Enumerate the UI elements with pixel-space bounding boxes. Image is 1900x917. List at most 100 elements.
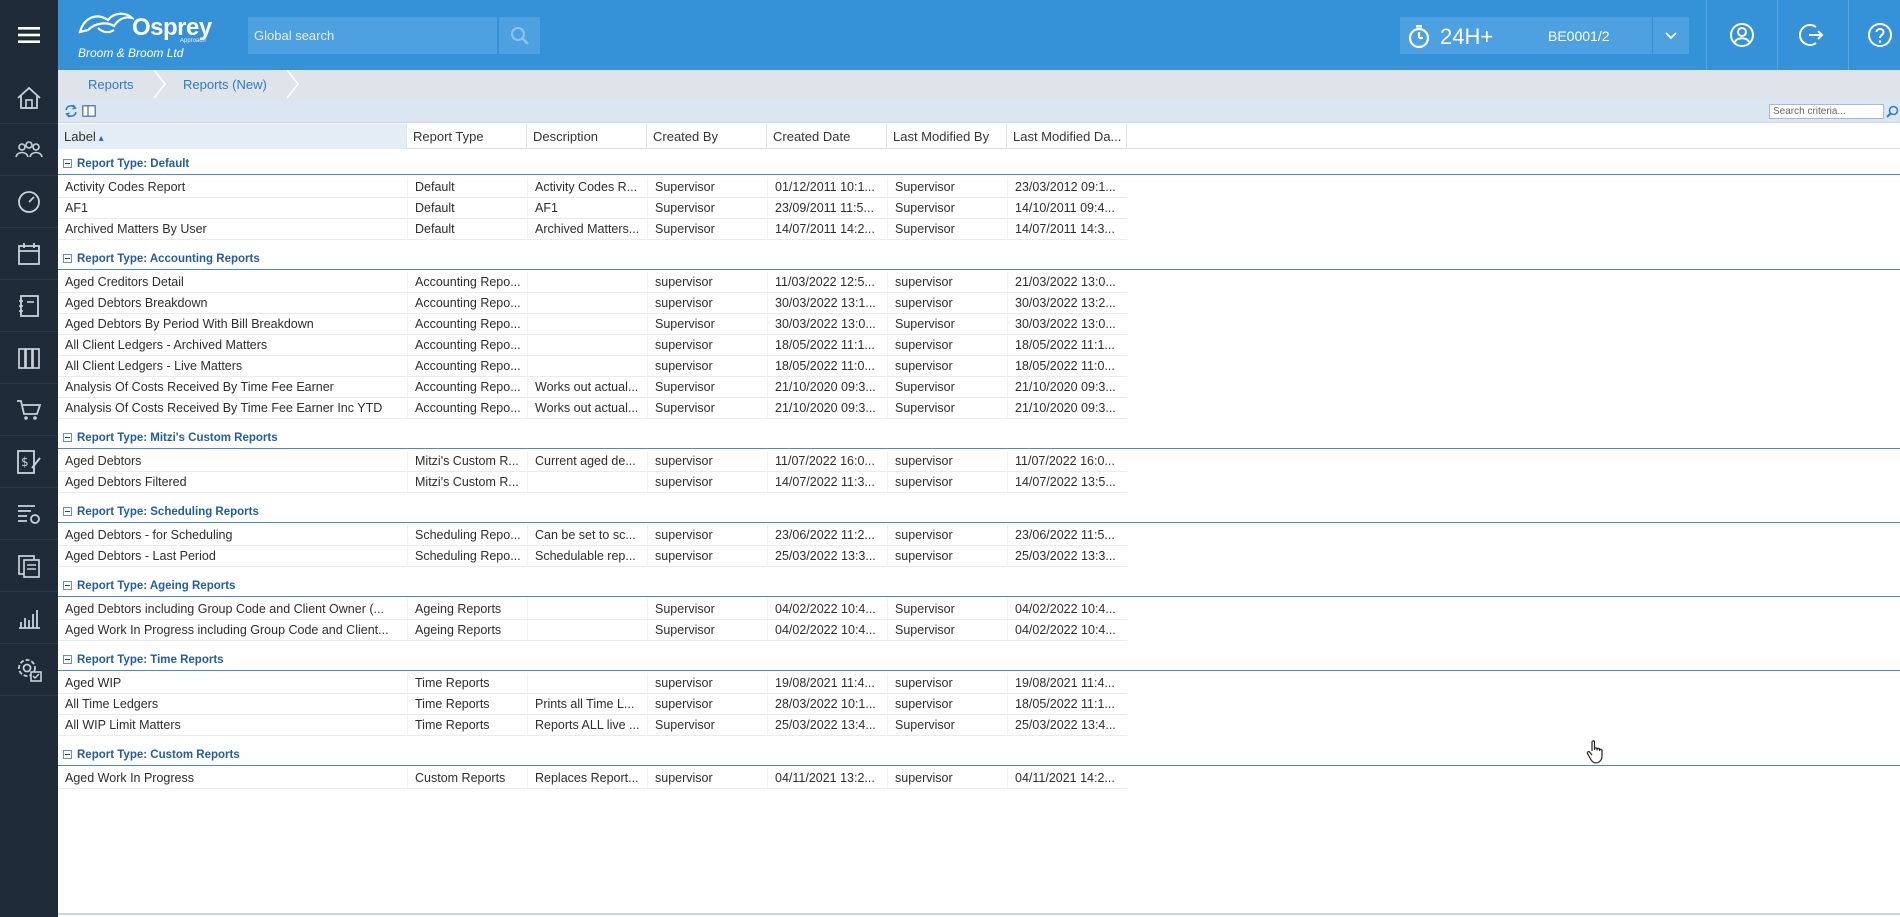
help-button[interactable] xyxy=(1862,17,1898,53)
table-row[interactable]: All Time Ledgers Time Reports Prints all T… xyxy=(58,694,1127,715)
breadcrumb: Reports Reports (New) xyxy=(58,70,1900,98)
cell-report-type: Accounting Repo... xyxy=(407,398,527,419)
sidebar-item-documents[interactable] xyxy=(0,540,58,592)
group-header[interactable]: Report Type: Custom Reports xyxy=(58,744,1900,766)
user-circle-icon xyxy=(1730,23,1754,47)
cell-last-modified-by: Supervisor xyxy=(887,219,1007,240)
user-profile-button[interactable] xyxy=(1724,17,1760,53)
preview-pane-button[interactable] xyxy=(80,102,97,119)
search-criteria-button[interactable] xyxy=(1885,103,1900,120)
cell-created-date: 21/10/2020 09:3... xyxy=(767,377,887,398)
refresh-button[interactable] xyxy=(62,102,79,119)
column-header-last-modified-date[interactable]: Last Modified Da... xyxy=(1007,124,1127,149)
collapse-icon[interactable] xyxy=(63,507,72,516)
sidebar-item-contacts[interactable] xyxy=(0,124,58,176)
collapse-icon[interactable] xyxy=(63,159,72,168)
cell-created-by: supervisor xyxy=(647,768,767,789)
group-header[interactable]: Report Type: Scheduling Reports xyxy=(58,501,1900,523)
table-row[interactable]: Activity Codes Report Default Activity Cod… xyxy=(58,177,1127,198)
column-header-created-by[interactable]: Created By xyxy=(647,124,767,149)
collapse-icon[interactable] xyxy=(63,581,72,590)
column-header-created-date[interactable]: Created Date xyxy=(767,124,887,149)
sidebar-item-reports[interactable] xyxy=(0,592,58,644)
breadcrumb-item-reports[interactable]: Reports xyxy=(88,70,134,98)
global-search-button[interactable] xyxy=(499,17,540,54)
breadcrumb-separator-icon xyxy=(286,70,299,98)
sidebar-item-home[interactable] xyxy=(0,72,58,124)
cell-report-type: Mitzi's Custom R... xyxy=(407,451,527,472)
main-sidebar: $ xyxy=(0,70,58,917)
table-row[interactable]: AF1 Default AF1 Supervisor 23/09/2011 11:5..… xyxy=(58,198,1127,219)
column-header-last-modified-by[interactable]: Last Modified By xyxy=(887,124,1007,149)
osprey-logo[interactable]: Osprey Approach Broom & Broom Ltd xyxy=(74,8,234,62)
cell-created-date: 30/03/2022 13:0... xyxy=(767,314,887,335)
cell-created-by: Supervisor xyxy=(647,177,767,198)
table-row[interactable]: Aged Debtors - Last Period Scheduling Rep… xyxy=(58,546,1127,567)
table-row[interactable]: All WIP Limit Matters Time Reports Reports… xyxy=(58,715,1127,736)
cell-last-modified-date: 21/10/2020 09:3... xyxy=(1007,377,1127,398)
sidebar-item-library[interactable] xyxy=(0,332,58,384)
cell-created-by: Supervisor xyxy=(647,620,767,641)
search-criteria-input[interactable] xyxy=(1769,104,1884,119)
column-header-label[interactable]: Label ▴ xyxy=(58,124,407,149)
billing-icon: $ xyxy=(17,449,41,474)
group-header[interactable]: Report Type: Mitzi's Custom Reports xyxy=(58,427,1900,449)
table-row[interactable]: Aged Debtors Mitzi's Custom R... Current a… xyxy=(58,451,1127,472)
table-row[interactable]: Aged Work In Progress Custom Reports Repla… xyxy=(58,768,1127,789)
sidebar-item-configuration[interactable] xyxy=(0,488,58,540)
cell-report-type: Time Reports xyxy=(407,694,527,715)
group-header[interactable]: Report Type: Accounting Reports xyxy=(58,248,1900,270)
cell-last-modified-by: Supervisor xyxy=(887,398,1007,419)
logout-icon xyxy=(1799,24,1824,46)
global-search-input[interactable] xyxy=(248,17,497,54)
table-row[interactable]: Archived Matters By User Default Archived … xyxy=(58,219,1127,240)
cell-description xyxy=(527,335,647,356)
admin-gear-icon xyxy=(18,658,42,682)
cell-label: Aged WIP xyxy=(65,676,122,690)
column-header-report-type[interactable]: Report Type xyxy=(407,124,527,149)
collapse-icon[interactable] xyxy=(63,433,72,442)
collapse-icon[interactable] xyxy=(63,655,72,664)
sidebar-item-admin[interactable] xyxy=(0,644,58,696)
menu-toggle-button[interactable] xyxy=(0,0,58,70)
cell-created-by: Supervisor xyxy=(647,219,767,240)
sidebar-item-purchases[interactable] xyxy=(0,384,58,436)
cell-created-by: supervisor xyxy=(647,356,767,377)
search-icon xyxy=(510,26,529,45)
collapse-icon[interactable] xyxy=(63,750,72,759)
timer-dropdown-button[interactable] xyxy=(1652,17,1689,54)
table-row[interactable]: Aged Debtors - for Scheduling Scheduling … xyxy=(58,525,1127,546)
group-header[interactable]: Report Type: Time Reports xyxy=(58,649,1900,671)
table-row[interactable]: Aged WIP Time Reports supervisor 19/08/2021… xyxy=(58,673,1127,694)
table-row[interactable]: Aged Creditors Detail Accounting Repo... s… xyxy=(58,272,1127,293)
column-header-description[interactable]: Description xyxy=(527,124,647,149)
table-row[interactable]: Aged Work In Progress including Group Co… xyxy=(58,620,1127,641)
group-header[interactable]: Report Type: Ageing Reports xyxy=(58,575,1900,597)
breadcrumb-item-reports-new[interactable]: Reports (New) xyxy=(183,70,267,98)
table-row[interactable]: Aged Debtors including Group Code and Cl… xyxy=(58,599,1127,620)
collapse-icon[interactable] xyxy=(63,254,72,263)
cell-report-type: Accounting Repo... xyxy=(407,356,527,377)
logout-button[interactable] xyxy=(1794,17,1830,53)
table-row[interactable]: Aged Debtors Breakdown Accounting Repo...… xyxy=(58,293,1127,314)
timer-matter-code: BE0001/2 xyxy=(1548,28,1610,44)
group-title: Report Type: Scheduling Reports xyxy=(77,506,259,518)
cell-report-type: Default xyxy=(407,177,527,198)
cell-created-date: 04/11/2021 13:2... xyxy=(767,768,887,789)
table-row[interactable]: Aged Debtors Filtered Mitzi's Custom R...… xyxy=(58,472,1127,493)
sidebar-item-diary[interactable] xyxy=(0,228,58,280)
sidebar-item-dashboard[interactable] xyxy=(0,176,58,228)
table-row[interactable]: All Client Ledgers - Archived Matters Acc… xyxy=(58,335,1127,356)
sidebar-item-billing[interactable]: $ xyxy=(0,436,58,488)
chevron-down-icon xyxy=(1665,31,1677,39)
sidebar-item-matters[interactable] xyxy=(0,280,58,332)
table-row[interactable]: Aged Debtors By Period With Bill Breakdo… xyxy=(58,314,1127,335)
cell-description xyxy=(527,314,647,335)
table-row[interactable]: Analysis Of Costs Received By Time Fee E… xyxy=(58,398,1127,419)
table-row[interactable]: All Client Ledgers - Live Matters Account… xyxy=(58,356,1127,377)
group-header[interactable]: Report Type: Default xyxy=(58,153,1900,175)
cell-last-modified-date: 21/03/2022 13:0... xyxy=(1007,272,1127,293)
time-recording-widget[interactable]: 24H+ BE0001/2 xyxy=(1400,17,1652,54)
group-title: Report Type: Default xyxy=(77,158,190,170)
table-row[interactable]: Analysis Of Costs Received By Time Fee E… xyxy=(58,377,1127,398)
